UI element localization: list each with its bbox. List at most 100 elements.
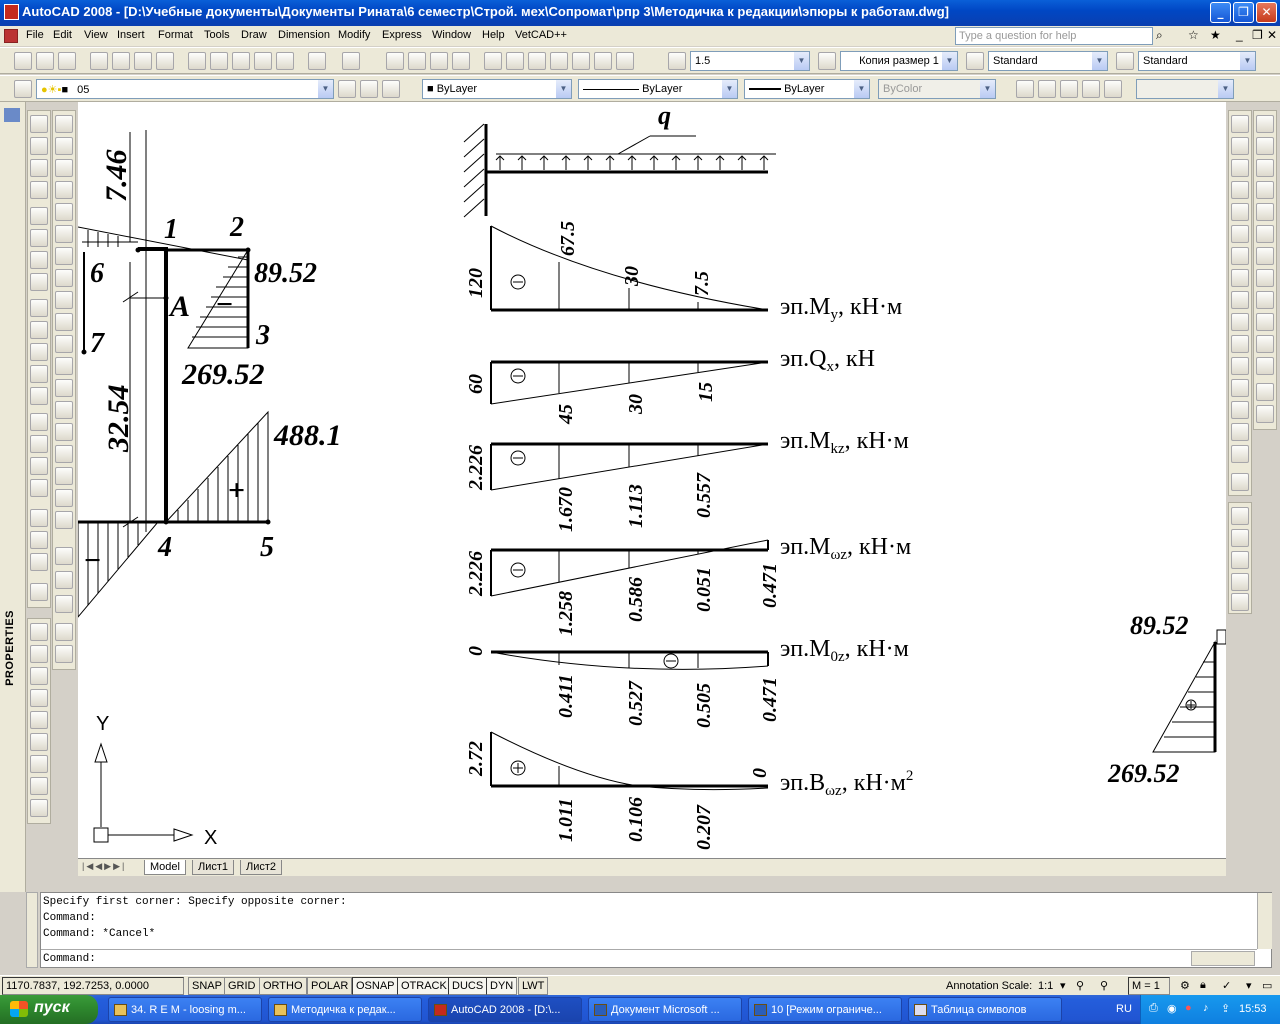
jogged-linear-icon[interactable] xyxy=(30,479,48,497)
task-charmap[interactable]: Таблица символов xyxy=(908,997,1062,1022)
single-line-text-icon[interactable] xyxy=(30,645,48,663)
autocad-app-icon[interactable] xyxy=(4,4,19,20)
break-icon[interactable] xyxy=(1231,379,1249,397)
layer-manager-icon[interactable] xyxy=(14,80,32,98)
trim-icon[interactable] xyxy=(1231,313,1249,331)
menu-dimension[interactable]: Dimension xyxy=(278,29,330,41)
tool-palettes-icon[interactable] xyxy=(528,52,546,70)
task-word-restricted[interactable]: 10 [Режим ограниче... xyxy=(748,997,902,1022)
task-winamp[interactable]: 34. R E M - loosing m... xyxy=(108,997,262,1022)
continue-icon[interactable] xyxy=(30,343,48,361)
pan-icon[interactable] xyxy=(386,52,404,70)
command-prompt[interactable]: Command: xyxy=(43,953,96,965)
doc-restore-button[interactable]: ❐ xyxy=(1252,28,1263,42)
copy-object-icon[interactable] xyxy=(1231,137,1249,155)
block-attribute-icon[interactable] xyxy=(1231,573,1249,591)
language-indicator[interactable]: RU xyxy=(1116,1003,1132,1015)
menu-draw[interactable]: Draw xyxy=(241,29,267,41)
status-menu-icon[interactable]: ▾ xyxy=(1246,979,1252,992)
clip-viewport-icon[interactable] xyxy=(1104,80,1122,98)
dim-space-icon[interactable] xyxy=(30,365,48,383)
menu-format[interactable]: Format xyxy=(158,29,193,41)
join-icon[interactable] xyxy=(1231,401,1249,419)
undo-icon[interactable] xyxy=(308,52,326,70)
search-icon[interactable]: ⌕ xyxy=(1156,28,1163,43)
convert-space-icon[interactable] xyxy=(30,799,48,817)
command-scrollbar[interactable] xyxy=(1257,893,1272,949)
document-icon[interactable] xyxy=(4,29,18,43)
radius-icon[interactable] xyxy=(30,207,48,225)
match-properties-icon[interactable] xyxy=(254,52,272,70)
circle-icon[interactable] xyxy=(55,247,73,265)
network-icon[interactable]: ◉ xyxy=(1167,1002,1177,1015)
text-style-manager-icon[interactable] xyxy=(30,733,48,751)
volume-icon[interactable]: ♪ xyxy=(1203,1002,1209,1014)
properties-icon[interactable] xyxy=(484,52,502,70)
find-text-icon[interactable] xyxy=(30,689,48,707)
color-combo[interactable]: ■ ByLayer ▼ xyxy=(422,79,572,99)
table-style-combo[interactable]: Standard ▼ xyxy=(1138,51,1256,71)
coordinates-display[interactable]: 1170.7837, 192.7253, 0.0000 xyxy=(2,977,184,995)
polyline-icon[interactable] xyxy=(55,159,73,177)
table-edit-icon[interactable] xyxy=(1231,529,1249,547)
task-folder[interactable]: Методичка к редак... xyxy=(268,997,422,1022)
polygon-icon[interactable] xyxy=(55,181,73,199)
lineweight-combo[interactable]: ByLayer ▼ xyxy=(744,79,870,99)
dim-tool-icon[interactable] xyxy=(1231,593,1249,611)
ucs-z-icon[interactable] xyxy=(1256,335,1274,353)
gradient-icon[interactable] xyxy=(55,445,73,463)
insert-block-icon[interactable] xyxy=(55,357,73,375)
layer-combo[interactable]: ●☀▪■ 05 ▼ xyxy=(36,79,334,99)
ucs-view-icon[interactable] xyxy=(1256,203,1274,221)
osnap-toggle[interactable]: OSNAP xyxy=(352,977,399,995)
communication-icon[interactable]: ✓ xyxy=(1222,979,1231,992)
angular-icon[interactable] xyxy=(30,273,48,291)
attribute-icon[interactable] xyxy=(1231,551,1249,569)
make-layer-current-icon[interactable] xyxy=(338,80,356,98)
multiline-text-icon[interactable] xyxy=(30,623,48,641)
doc-minimize-button[interactable]: _ xyxy=(1236,28,1243,42)
command-window-grip[interactable] xyxy=(26,892,38,968)
dim-edit-2-icon[interactable] xyxy=(55,547,73,565)
rectangle-icon[interactable] xyxy=(55,203,73,221)
otrack-toggle[interactable]: OTRACK xyxy=(397,977,451,995)
doc-close-button[interactable]: ✕ xyxy=(1267,28,1277,42)
menu-tools[interactable]: Tools xyxy=(204,29,230,41)
mtext-icon[interactable] xyxy=(55,511,73,529)
menu-window[interactable]: Window xyxy=(432,29,471,41)
zoom-previous-icon[interactable] xyxy=(452,52,470,70)
ucs-zaxis-icon[interactable] xyxy=(1256,247,1274,265)
viewport-icon[interactable] xyxy=(1016,80,1034,98)
properties-palette-strip[interactable]: PROPERTIES xyxy=(0,102,26,892)
paste-icon[interactable] xyxy=(232,52,250,70)
annotation-visibility-icon[interactable]: ⚲ xyxy=(1076,979,1084,992)
spline-icon[interactable] xyxy=(55,291,73,309)
auto-scale-icon[interactable]: ⚲ xyxy=(1100,979,1108,992)
polyline-edit-icon[interactable] xyxy=(1231,507,1249,525)
polygonal-viewport-icon[interactable] xyxy=(1060,80,1078,98)
ucs-previous-icon[interactable] xyxy=(1256,137,1274,155)
palette-options-icon[interactable] xyxy=(4,108,20,122)
menu-express[interactable]: Express xyxy=(382,29,422,41)
point-icon[interactable] xyxy=(55,401,73,419)
tab-model[interactable]: Model xyxy=(144,860,186,875)
favorites-icon[interactable]: ★ xyxy=(1210,28,1221,42)
line-icon[interactable] xyxy=(55,115,73,133)
task-word-doc[interactable]: Документ Microsoft ... xyxy=(588,997,742,1022)
ucs-world-icon[interactable] xyxy=(1256,115,1274,133)
text-style-combo[interactable]: Standard ▼ xyxy=(988,51,1108,71)
mirror-icon[interactable] xyxy=(1231,159,1249,177)
tab-nav-arrows-icon[interactable]: |◀◀▶▶| xyxy=(82,861,126,872)
region-icon[interactable] xyxy=(55,467,73,485)
publish-icon[interactable] xyxy=(134,52,152,70)
quick-dim-icon[interactable] xyxy=(30,299,48,317)
calculator-icon[interactable] xyxy=(594,52,612,70)
menu-edit[interactable]: Edit xyxy=(53,29,72,41)
help-search-input[interactable]: Type a question for help xyxy=(955,27,1153,45)
open-icon[interactable] xyxy=(36,52,54,70)
linear-dim-icon[interactable] xyxy=(30,115,48,133)
menu-help[interactable]: Help xyxy=(482,29,505,41)
chevron-down-icon[interactable]: ▾ xyxy=(1060,979,1066,992)
minimize-button[interactable]: _ xyxy=(1210,2,1231,23)
move-icon[interactable] xyxy=(1231,225,1249,243)
